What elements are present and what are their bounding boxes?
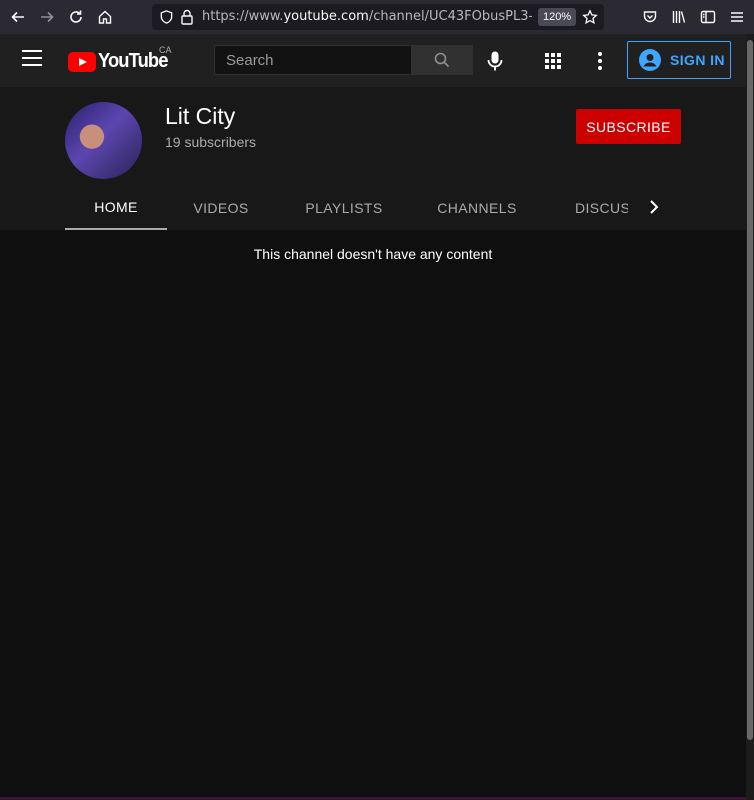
youtube-play-icon (68, 51, 96, 72)
shield-icon[interactable] (159, 9, 174, 25)
channel-tabs: HOME VIDEOS PLAYLISTS CHANNELS DISCUSSIO… (65, 185, 665, 230)
tab-playlists[interactable]: PLAYLISTS (275, 185, 413, 230)
apps-grid-icon[interactable] (543, 51, 563, 71)
subscribe-button[interactable]: SUBSCRIBE (576, 109, 681, 144)
guide-menu-icon[interactable] (22, 50, 46, 70)
search-input[interactable] (215, 46, 412, 74)
tab-videos[interactable]: VIDEOS (167, 185, 275, 230)
account-circle-icon (639, 49, 661, 71)
forward-icon[interactable] (33, 3, 61, 31)
search-box (214, 45, 412, 75)
back-icon[interactable] (4, 3, 32, 31)
youtube-logo[interactable]: YouTube (68, 50, 174, 73)
country-code: CA (159, 45, 172, 55)
sign-in-button[interactable]: SIGN IN (627, 41, 731, 79)
pocket-icon[interactable] (642, 9, 658, 25)
channel-name: Lit City (165, 103, 236, 129)
tab-home[interactable]: HOME (65, 185, 167, 230)
sidebar-icon[interactable] (700, 9, 716, 25)
microphone-icon[interactable] (484, 50, 506, 72)
empty-content-message: This channel doesn't have any content (253, 246, 493, 262)
scrollbar-thumb[interactable] (747, 40, 753, 740)
chevron-right-icon[interactable] (644, 195, 664, 219)
channel-header: Lit City 19 subscribers SUBSCRIBE HOME V… (0, 87, 746, 230)
search-button[interactable] (411, 45, 473, 75)
bookmark-star-icon[interactable] (582, 9, 598, 25)
tab-discussion[interactable]: DISCUSSION (575, 185, 628, 230)
tab-channels[interactable]: CHANNELS (413, 185, 541, 230)
subscriber-count: 19 subscribers (165, 134, 257, 150)
lock-icon[interactable] (180, 9, 194, 25)
library-icon[interactable] (671, 9, 687, 25)
browser-toolbar: https://www.youtube.com/channel/UC43FObu… (0, 0, 754, 34)
page-scrollbar[interactable] (746, 34, 754, 800)
reload-icon[interactable] (62, 3, 90, 31)
home-icon[interactable] (91, 3, 119, 31)
zoom-level-badge[interactable]: 120% (538, 8, 577, 26)
channel-avatar (65, 102, 142, 179)
url-text: https://www.youtube.com/channel/UC43FObu… (202, 9, 532, 24)
search-icon (434, 52, 450, 68)
youtube-masthead: YouTube CA SIGN IN (0, 34, 746, 87)
more-vert-icon[interactable] (594, 51, 606, 71)
url-bar[interactable]: https://www.youtube.com/channel/UC43FObu… (152, 4, 604, 30)
app-menu-icon[interactable] (729, 9, 745, 25)
